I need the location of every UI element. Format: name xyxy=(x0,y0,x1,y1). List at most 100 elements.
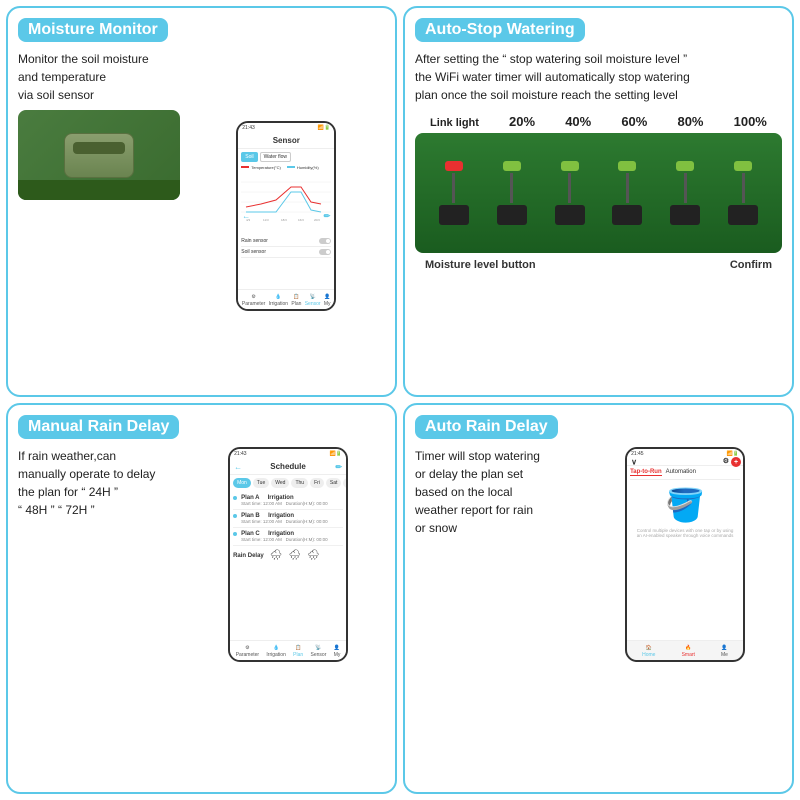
footer-sensor-s[interactable]: 📡 Sensor xyxy=(311,645,327,658)
tab-soil[interactable]: Soil xyxy=(241,152,257,162)
footer-sensor[interactable]: 📡 Sensor xyxy=(305,294,321,307)
auto-tabs: Tap-to-Run Automation xyxy=(630,469,740,480)
plan-a-row: Plan A Irrigation Start time: 12:00 AM D… xyxy=(233,492,343,510)
sensor-60 xyxy=(612,161,642,225)
moisture-phone: 21:43 📶🔋 ← Sensor ✏ Soil Water flow xyxy=(236,121,336,311)
manual-rain-title: Manual Rain Delay xyxy=(18,415,179,439)
legend-temp: Temperature(°C) xyxy=(241,165,281,170)
plan-c-start: Start time: 12:00 AM Duration(H:M): 00:0… xyxy=(241,537,343,542)
confirm-label: Confirm xyxy=(730,259,772,271)
day-sun[interactable]: Sun xyxy=(343,478,346,488)
auto-footer: 🏠 Home 🔥 Smart 👤 Me xyxy=(627,640,743,660)
phone-header: ← Sensor ✏ xyxy=(238,133,334,149)
schedule-body: Mon Tue Wed Thu Fri Sat Sun Pla xyxy=(230,475,346,640)
sensor-link-light xyxy=(439,161,469,225)
auto-header-icons: ⚙ + xyxy=(723,457,741,467)
phone-title: Sensor xyxy=(273,136,300,145)
phone-body: Soil Water flow Temperature(°C) Humidity… xyxy=(238,149,334,289)
manual-rain-card: Manual Rain Delay If rain weather,can ma… xyxy=(6,403,397,794)
auto-header: ∨ ⚙ + xyxy=(627,459,743,466)
auto-rain-desc: Timer will stop watering or delay the pl… xyxy=(415,447,580,537)
day-tue[interactable]: Tue xyxy=(253,478,269,488)
moisture-monitor-card: Moisture Monitor Monitor the soil moistu… xyxy=(6,6,397,397)
footer-irr-s[interactable]: 💧 Irrigation xyxy=(266,645,285,658)
rain-sensor-toggle[interactable] xyxy=(319,238,331,244)
level-60: 60% xyxy=(621,114,647,129)
footer-param-s[interactable]: ⚙ Parameter xyxy=(236,645,259,658)
auto-empty-state: 🪣 Control multiple devices with one tap … xyxy=(630,486,740,538)
moisture-level-label: Moisture level button xyxy=(425,259,536,271)
moisture-bottom-labels: Moisture level button Confirm xyxy=(415,259,782,271)
soil-sensor-toggle[interactable] xyxy=(319,249,331,255)
rain-icon-72[interactable]: 🌧 xyxy=(307,550,320,561)
rain-sensor-row: Rain sensor xyxy=(241,236,331,247)
auto-rain-title: Auto Rain Delay xyxy=(415,415,558,439)
footer-profile[interactable]: 👤 Me xyxy=(721,645,728,658)
moisture-sensor-panel xyxy=(415,133,782,253)
level-80: 80% xyxy=(677,114,703,129)
schedule-status: 21:43 📶🔋 xyxy=(230,449,346,459)
rain-delay-label: Rain Delay xyxy=(233,553,264,559)
moisture-desc: Monitor the soil moistureand temperature… xyxy=(18,50,180,104)
plan-b-start: Start time: 12:00 AM Duration(H:M): 00:0… xyxy=(241,519,343,524)
auto-time: 21:45 xyxy=(631,451,644,457)
level-40: 40% xyxy=(565,114,591,129)
svg-text:4/3: 4/3 xyxy=(246,218,251,222)
day-fri[interactable]: Fri xyxy=(310,478,324,488)
auto-stop-title: Auto-Stop Watering xyxy=(415,18,585,42)
day-sat[interactable]: Sat xyxy=(326,478,342,488)
main-grid: Moisture Monitor Monitor the soil moistu… xyxy=(0,0,800,800)
day-thu[interactable]: Thu xyxy=(291,478,308,488)
auto-body: Tap-to-Run Automation 🪣 Control multiple… xyxy=(627,466,743,640)
footer-my[interactable]: 👤 My xyxy=(324,294,331,307)
footer-parameter[interactable]: ⚙ Parameter xyxy=(242,294,265,307)
footer-my-s[interactable]: 👤 My xyxy=(334,645,341,658)
sensor-device xyxy=(64,133,134,178)
sensor-80 xyxy=(670,161,700,225)
schedule-edit-icon[interactable]: ✏ xyxy=(335,462,342,471)
tab-automation[interactable]: Automation xyxy=(666,469,696,476)
rain-icon-48[interactable]: 🌧 xyxy=(288,550,301,561)
sensor-20 xyxy=(497,161,527,225)
chart-svg: 4/3 11/3 18/3 16/3 20/3 xyxy=(241,172,331,222)
day-pills-row: Mon Tue Wed Thu Fri Sat Sun xyxy=(233,478,343,488)
day-mon[interactable]: Mon xyxy=(233,478,251,488)
auto-rain-phone: 21:45 📶🔋 ∨ ⚙ + Tap-to-R xyxy=(625,447,745,662)
footer-irrigation[interactable]: 💧 Irrigation xyxy=(269,294,288,307)
footer-plan-s[interactable]: 📋 Plan xyxy=(293,645,303,658)
tab-tap-to-run[interactable]: Tap-to-Run xyxy=(630,469,662,476)
plan-b-row: Plan B Irrigation Start time: 12:00 AM D… xyxy=(233,510,343,528)
settings-icon[interactable]: ⚙ xyxy=(723,457,729,467)
level-100: 100% xyxy=(734,114,767,129)
moisture-levels-row: Link light 20% 40% 60% 80% 100% xyxy=(415,114,782,129)
day-wed[interactable]: Wed xyxy=(271,478,289,488)
rain-delay-row: Rain Delay 🌧 🌧 🌧 xyxy=(233,550,343,561)
auto-empty-text: Control multiple devices with one tap or… xyxy=(630,528,740,538)
watering-can-icon: 🪣 xyxy=(665,486,705,524)
svg-text:11/3: 11/3 xyxy=(263,218,269,222)
phone-time: 21:43 xyxy=(242,125,255,131)
schedule-time: 21:43 xyxy=(234,451,247,457)
soil-sensor-row: Soil sensor xyxy=(241,247,331,258)
sensor-100 xyxy=(728,161,758,225)
plan-c-row: Plan C Irrigation Start time: 12:00 AM D… xyxy=(233,528,343,546)
add-icon[interactable]: + xyxy=(731,457,741,467)
plan-a-start: Start time: 12:00 AM Duration(H:M): 00:0… xyxy=(241,501,343,506)
phone-signal: 📶🔋 xyxy=(318,125,330,131)
footer-plan[interactable]: 📋 Plan xyxy=(291,294,301,307)
chart-area: 4/3 11/3 18/3 16/3 20/3 xyxy=(241,172,331,232)
svg-text:20/3: 20/3 xyxy=(314,218,320,222)
back-icon-auto[interactable]: ∨ xyxy=(631,458,637,467)
schedule-phone: 21:43 📶🔋 ← Schedule ✏ Mon Tue Wed Thu xyxy=(228,447,348,662)
phone-status-bar: 21:43 📶🔋 xyxy=(238,123,334,133)
tab-waterflow[interactable]: Water flow xyxy=(260,152,291,162)
footer-home[interactable]: 🏠 Home xyxy=(642,645,655,658)
back-icon-schedule[interactable]: ← xyxy=(234,462,242,471)
rain-icon-24[interactable]: 🌧 xyxy=(270,550,283,561)
sensor-40 xyxy=(555,161,585,225)
auto-stop-card: Auto-Stop Watering After setting the “ s… xyxy=(403,6,794,397)
footer-weather-fire[interactable]: 🔥 Smart xyxy=(682,645,695,658)
schedule-title: Schedule xyxy=(270,462,306,471)
level-20: 20% xyxy=(509,114,535,129)
svg-text:18/3: 18/3 xyxy=(281,218,287,222)
